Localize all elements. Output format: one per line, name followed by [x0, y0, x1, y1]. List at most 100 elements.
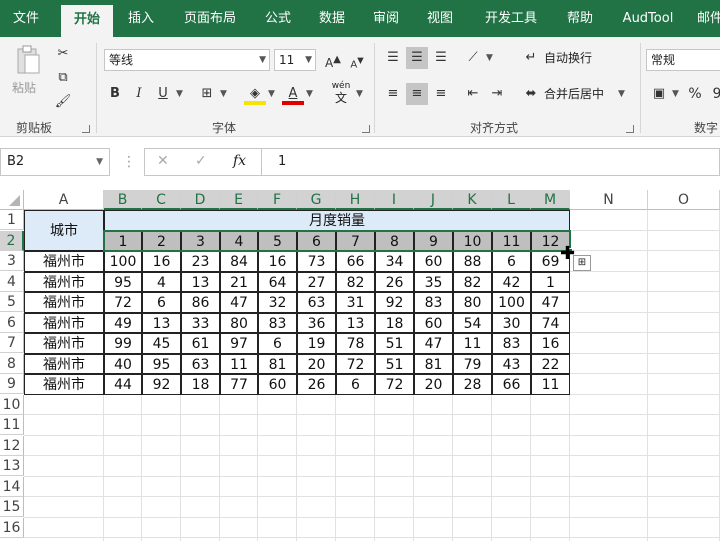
value-cell[interactable]: 66 [336, 251, 375, 272]
increase-indent-icon[interactable]: ⇥ [486, 83, 508, 105]
value-cell[interactable]: 100 [104, 251, 142, 272]
value-cell[interactable]: 63 [297, 292, 336, 313]
value-cell[interactable]: 6 [142, 292, 181, 313]
city-cell[interactable]: 福州市 [24, 312, 104, 333]
merge-center-button[interactable]: 合并后居中 [544, 83, 604, 105]
phonetic-guide-icon[interactable]: wén 文 [326, 81, 356, 107]
value-cell[interactable]: 6 [492, 251, 531, 272]
row-header-16[interactable]: 16 [0, 517, 24, 538]
row-header-3[interactable]: 3 [0, 251, 24, 271]
value-cell[interactable]: 92 [375, 292, 414, 313]
value-cell[interactable]: 27 [297, 271, 336, 292]
value-cell[interactable]: 26 [375, 271, 414, 292]
value-cell[interactable]: 16 [142, 251, 181, 272]
align-middle-icon[interactable]: ☰ [406, 47, 428, 69]
align-left-icon[interactable]: ≡ [382, 83, 404, 105]
chevron-down-icon[interactable]: ▼ [672, 89, 679, 99]
clipboard-launcher-icon[interactable] [82, 125, 90, 133]
row-header-12[interactable]: 12 [0, 435, 24, 456]
accounting-format-icon[interactable]: ▣ [648, 83, 670, 105]
value-cell[interactable]: 32 [258, 292, 297, 313]
font-color-icon[interactable]: A [282, 83, 304, 105]
number-format-combo[interactable]: 常规 [646, 49, 720, 71]
value-cell[interactable]: 60 [414, 251, 453, 272]
value-cell[interactable]: 45 [142, 333, 181, 354]
value-cell[interactable]: 47 [414, 333, 453, 354]
column-header-C[interactable]: C [142, 190, 181, 210]
column-header-N[interactable]: N [570, 190, 648, 210]
value-cell[interactable]: 26 [297, 374, 336, 395]
align-top-icon[interactable]: ☰ [382, 47, 404, 69]
select-all-corner[interactable] [0, 190, 24, 210]
value-cell[interactable]: 73 [297, 251, 336, 272]
column-header-F[interactable]: F [258, 190, 297, 210]
borders-icon[interactable]: ⊞ [196, 83, 218, 105]
value-cell[interactable]: 86 [181, 292, 220, 313]
value-cell[interactable]: 16 [258, 251, 297, 272]
fill-color-icon[interactable]: ◈ [244, 83, 266, 105]
wrap-text-button[interactable]: 自动换行 [544, 47, 592, 69]
value-cell[interactable]: 13 [336, 312, 375, 333]
paste-button[interactable]: 粘贴 [12, 77, 48, 99]
value-cell[interactable]: 20 [297, 353, 336, 374]
column-header-E[interactable]: E [220, 190, 258, 210]
tab-review[interactable]: 审阅 [364, 0, 408, 37]
value-cell[interactable]: 72 [104, 292, 142, 313]
row-header-7[interactable]: 7 [0, 333, 24, 353]
tab-file[interactable]: 文件 [0, 0, 52, 37]
comma-style-button[interactable]: 9 [706, 83, 720, 105]
tab-view[interactable]: 视图 [418, 0, 462, 37]
column-header-B[interactable]: B [104, 190, 142, 210]
value-cell[interactable]: 36 [297, 312, 336, 333]
value-cell[interactable]: 82 [453, 271, 492, 292]
value-cell[interactable]: 74 [531, 312, 570, 333]
formula-input[interactable]: 1 [262, 148, 720, 176]
value-cell[interactable]: 44 [104, 374, 142, 395]
value-cell[interactable]: 4 [142, 271, 181, 292]
row-header-2[interactable]: 2 [0, 230, 24, 251]
worksheet-grid[interactable]: ABCDEFGHIJKLMNO 1 2 3 4 5 6 7 8 9 10 11 12 13 14 15 16 … [0, 190, 720, 541]
underline-button[interactable]: U [152, 83, 174, 105]
value-cell[interactable]: 95 [104, 271, 142, 292]
value-cell[interactable]: 77 [220, 374, 258, 395]
chevron-down-icon[interactable]: ▼ [96, 149, 103, 175]
row-header-11[interactable]: 11 [0, 415, 24, 435]
row-header-13[interactable]: 13 [0, 456, 24, 476]
value-cell[interactable]: 92 [142, 374, 181, 395]
chevron-down-icon[interactable]: ▼ [356, 89, 363, 99]
orientation-icon[interactable]: ⟋ [462, 47, 484, 69]
column-header-A[interactable]: A [24, 190, 104, 210]
value-cell[interactable]: 78 [336, 333, 375, 354]
value-cell[interactable]: 83 [414, 292, 453, 313]
value-cell[interactable]: 97 [220, 333, 258, 354]
value-cell[interactable]: 100 [492, 292, 531, 313]
value-cell[interactable]: 83 [258, 312, 297, 333]
tab-home[interactable]: 开始 [61, 5, 113, 37]
row-header-10[interactable]: 10 [0, 394, 24, 415]
row-header-4[interactable]: 4 [0, 271, 24, 292]
decrease-indent-icon[interactable]: ⇤ [462, 83, 484, 105]
value-cell[interactable]: 31 [336, 292, 375, 313]
value-cell[interactable]: 1 [531, 271, 570, 292]
value-cell[interactable]: 35 [414, 271, 453, 292]
chevron-down-icon[interactable]: ▼ [268, 89, 275, 99]
value-cell[interactable]: 18 [181, 374, 220, 395]
tab-formulas[interactable]: 公式 [256, 0, 300, 37]
value-cell[interactable]: 11 [453, 333, 492, 354]
quick-analysis-icon[interactable]: ⊞ [573, 255, 591, 271]
value-cell[interactable]: 66 [492, 374, 531, 395]
value-cell[interactable]: 22 [531, 353, 570, 374]
value-cell[interactable]: 99 [104, 333, 142, 354]
bold-button[interactable]: B [104, 83, 126, 105]
row-header-5[interactable]: 5 [0, 292, 24, 312]
city-header-cell[interactable]: 城市 [24, 210, 104, 251]
name-box[interactable]: B2 ▼ [0, 148, 110, 176]
row-header-1[interactable]: 1 [0, 210, 24, 230]
value-cell[interactable]: 11 [220, 353, 258, 374]
value-cell[interactable]: 11 [531, 374, 570, 395]
value-cell[interactable]: 79 [453, 353, 492, 374]
city-cell[interactable]: 福州市 [24, 374, 104, 395]
value-cell[interactable]: 84 [220, 251, 258, 272]
city-cell[interactable]: 福州市 [24, 271, 104, 292]
align-center-icon[interactable]: ≡ [406, 83, 428, 105]
